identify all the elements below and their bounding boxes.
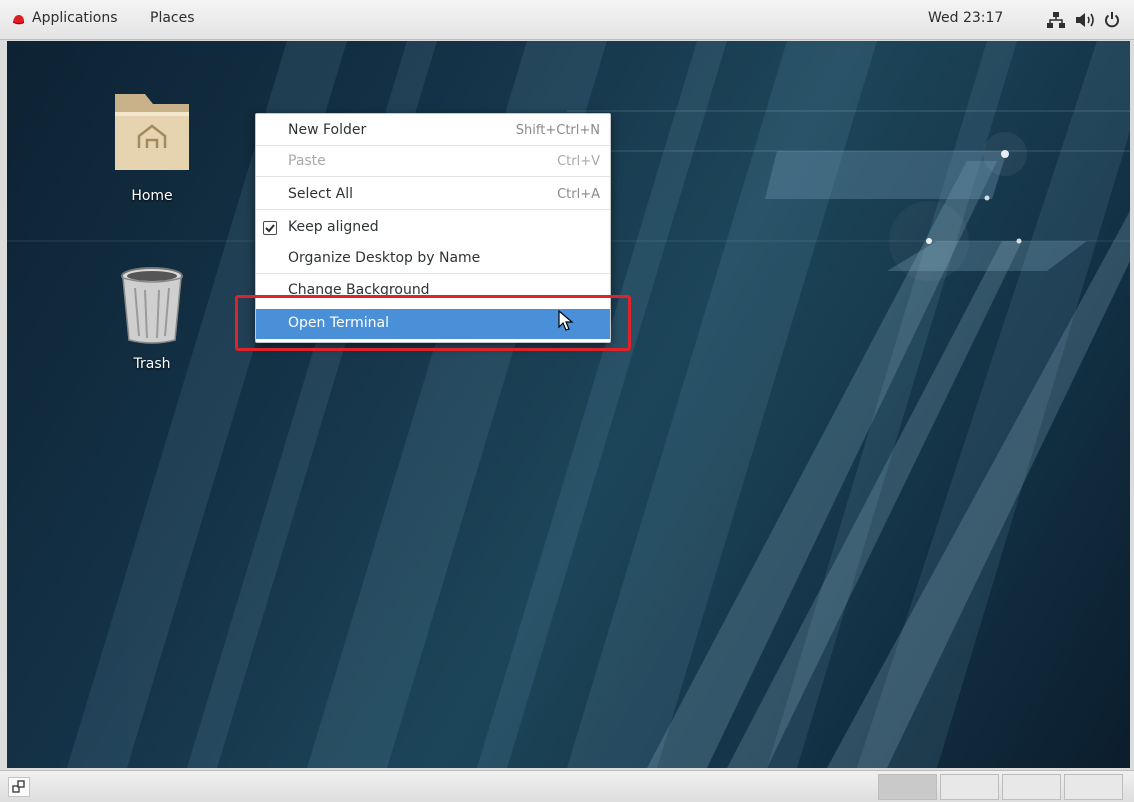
menu-item-label: Select All (288, 186, 353, 202)
top-panel: Applications Places Wed 23:17 (0, 0, 1134, 40)
places-menu[interactable]: Places (150, 10, 195, 26)
desktop-icon-home[interactable]: Home (97, 86, 207, 204)
applications-menu[interactable]: Applications (32, 10, 118, 26)
show-desktop-button[interactable] (8, 777, 30, 797)
menu-item-label: Paste (288, 153, 326, 169)
workspace-4[interactable] (1064, 774, 1123, 800)
mouse-cursor-icon (558, 310, 574, 331)
workspace-2[interactable] (940, 774, 999, 800)
power-icon[interactable] (1104, 11, 1120, 28)
desktop-icon-trash[interactable]: Trash (97, 266, 207, 372)
bottom-panel (0, 770, 1134, 802)
home-folder-icon (115, 94, 189, 170)
workspace-3[interactable] (1002, 774, 1061, 800)
menu-item-select-all[interactable]: Select All Ctrl+A (256, 180, 610, 210)
checkbox-icon[interactable] (263, 221, 277, 235)
desktop-icon-label: Home (131, 188, 173, 204)
window-list-icon (12, 780, 25, 793)
menu-item-shortcut: Ctrl+A (557, 187, 600, 202)
menu-item-label: Keep aligned (288, 219, 379, 235)
menu-item-label: New Folder (288, 122, 367, 138)
desktop-icon-label: Trash (133, 356, 171, 372)
clock[interactable]: Wed 23:17 (928, 10, 1003, 26)
volume-icon[interactable] (1075, 12, 1095, 28)
menu-item-shortcut: Ctrl+V (557, 154, 600, 169)
menu-item-new-folder[interactable]: New Folder Shift+Ctrl+N (256, 116, 610, 146)
menu-item-paste[interactable]: Paste Ctrl+V (256, 147, 610, 177)
menu-item-label: Organize Desktop by Name (288, 250, 481, 266)
redhat-logo-icon (12, 15, 25, 25)
network-icon[interactable] (1047, 12, 1065, 28)
menu-item-keep-aligned[interactable]: Keep aligned (256, 213, 610, 243)
menu-item-shortcut: Shift+Ctrl+N (515, 123, 600, 138)
workspace-1[interactable] (878, 774, 937, 800)
menu-item-organize-by-name[interactable]: Organize Desktop by Name (256, 244, 610, 274)
trash-icon (121, 267, 183, 344)
